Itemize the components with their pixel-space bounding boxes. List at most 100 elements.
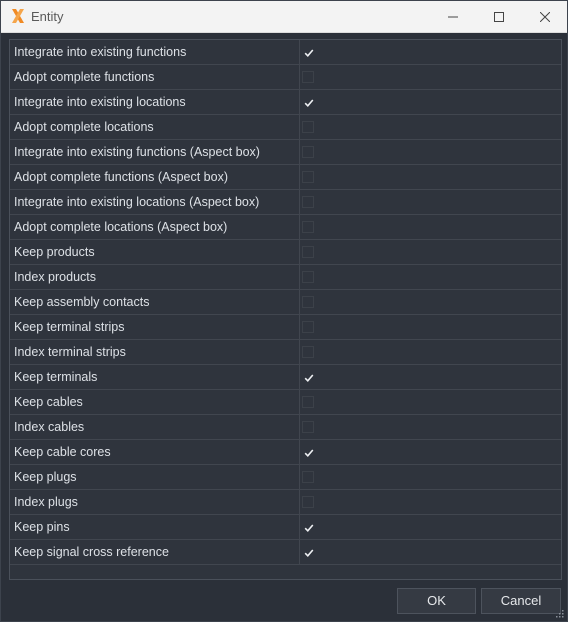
- column-divider: [299, 340, 300, 365]
- column-divider: [299, 190, 300, 215]
- option-label: Keep plugs: [14, 470, 77, 484]
- column-divider: [299, 240, 300, 265]
- option-checkbox[interactable]: [302, 196, 314, 208]
- option-checkbox[interactable]: [302, 221, 314, 233]
- column-divider: [299, 515, 300, 540]
- option-label: Keep assembly contacts: [14, 295, 150, 309]
- option-checkbox[interactable]: [302, 71, 314, 83]
- maximize-button[interactable]: [476, 1, 522, 32]
- column-divider: [299, 165, 300, 190]
- option-label: Adopt complete locations (Aspect box): [14, 220, 228, 234]
- option-checkbox[interactable]: [302, 321, 314, 333]
- column-divider: [299, 390, 300, 415]
- option-label: Keep products: [14, 245, 95, 259]
- table-row: Keep cables: [10, 390, 561, 415]
- checkmark-icon: [304, 449, 314, 457]
- option-checkbox[interactable]: [302, 446, 314, 458]
- option-checkbox[interactable]: [302, 171, 314, 183]
- option-label: Keep cables: [14, 395, 83, 409]
- column-divider: [299, 465, 300, 490]
- table-row: Integrate into existing locations: [10, 90, 561, 115]
- x-logo-icon: [12, 9, 24, 23]
- table-row: Integrate into existing functions (Aspec…: [10, 140, 561, 165]
- title-bar[interactable]: Entity: [1, 1, 567, 33]
- table-row: Index plugs: [10, 490, 561, 515]
- minimize-icon: [448, 16, 458, 17]
- option-label: Adopt complete functions: [14, 70, 155, 84]
- table-row: Keep signal cross reference: [10, 540, 561, 565]
- option-checkbox[interactable]: [302, 296, 314, 308]
- option-checkbox[interactable]: [302, 496, 314, 508]
- option-checkbox[interactable]: [302, 346, 314, 358]
- option-checkbox[interactable]: [302, 271, 314, 283]
- option-checkbox[interactable]: [302, 546, 314, 558]
- table-row: Keep terminal strips: [10, 315, 561, 340]
- column-divider: [299, 315, 300, 340]
- option-checkbox[interactable]: [302, 471, 314, 483]
- table-row: Adopt complete locations (Aspect box): [10, 215, 561, 240]
- table-row: Keep products: [10, 240, 561, 265]
- table-row: Adopt complete functions: [10, 65, 561, 90]
- table-row: Keep cable cores: [10, 440, 561, 465]
- table-row: Index products: [10, 265, 561, 290]
- option-label: Keep cable cores: [14, 445, 111, 459]
- option-checkbox[interactable]: [302, 96, 314, 108]
- option-label: Integrate into existing functions (Aspec…: [14, 145, 260, 159]
- table-row: Integrate into existing locations (Aspec…: [10, 190, 561, 215]
- checkmark-icon: [304, 49, 314, 57]
- option-checkbox[interactable]: [302, 146, 314, 158]
- option-label: Index plugs: [14, 495, 78, 509]
- option-checkbox[interactable]: [302, 421, 314, 433]
- option-checkbox[interactable]: [302, 121, 314, 133]
- column-divider: [299, 540, 300, 565]
- column-divider: [299, 365, 300, 390]
- column-divider: [299, 440, 300, 465]
- close-icon: [540, 11, 550, 22]
- checkmark-icon: [304, 99, 314, 107]
- column-divider: [299, 490, 300, 515]
- option-label: Integrate into existing locations: [14, 95, 186, 109]
- option-checkbox[interactable]: [302, 46, 314, 58]
- column-divider: [299, 265, 300, 290]
- option-label: Keep signal cross reference: [14, 545, 169, 559]
- checkmark-icon: [304, 524, 314, 532]
- table-row: Adopt complete functions (Aspect box): [10, 165, 561, 190]
- option-checkbox[interactable]: [302, 371, 314, 383]
- table-row: Keep plugs: [10, 465, 561, 490]
- column-divider: [299, 415, 300, 440]
- column-divider: [299, 65, 300, 90]
- option-label: Keep terminal strips: [14, 320, 125, 334]
- table-row: Keep terminals: [10, 365, 561, 390]
- option-label: Adopt complete locations: [14, 120, 154, 134]
- checkmark-icon: [304, 374, 314, 382]
- table-row: Adopt complete locations: [10, 115, 561, 140]
- option-checkbox[interactable]: [302, 396, 314, 408]
- table-row: Index cables: [10, 415, 561, 440]
- option-label: Keep terminals: [14, 370, 98, 384]
- window-title: Entity: [31, 9, 64, 24]
- option-label: Adopt complete functions (Aspect box): [14, 170, 229, 184]
- maximize-icon: [494, 11, 504, 22]
- option-checkbox[interactable]: [302, 246, 314, 258]
- resize-grip-icon[interactable]: [555, 609, 564, 618]
- table-row: Index terminal strips: [10, 340, 561, 365]
- table-row: Keep pins: [10, 515, 561, 540]
- option-checkbox[interactable]: [302, 521, 314, 533]
- option-label: Integrate into existing functions: [14, 45, 187, 59]
- column-divider: [299, 115, 300, 140]
- option-label: Index products: [14, 270, 96, 284]
- option-label: Integrate into existing locations (Aspec…: [14, 195, 260, 209]
- entity-dialog: Entity Integrate into existing functions…: [0, 0, 568, 622]
- column-divider: [299, 40, 300, 65]
- table-row: Keep assembly contacts: [10, 290, 561, 315]
- column-divider: [299, 215, 300, 240]
- cancel-button[interactable]: Cancel: [481, 588, 561, 614]
- minimize-button[interactable]: [430, 1, 476, 32]
- option-label: Keep pins: [14, 520, 70, 534]
- close-button[interactable]: [522, 1, 568, 32]
- ok-button[interactable]: OK: [397, 588, 476, 614]
- options-grid: Integrate into existing functions Adopt c…: [9, 39, 562, 580]
- table-row: Integrate into existing functions: [10, 40, 561, 65]
- column-divider: [299, 90, 300, 115]
- column-divider: [299, 290, 300, 315]
